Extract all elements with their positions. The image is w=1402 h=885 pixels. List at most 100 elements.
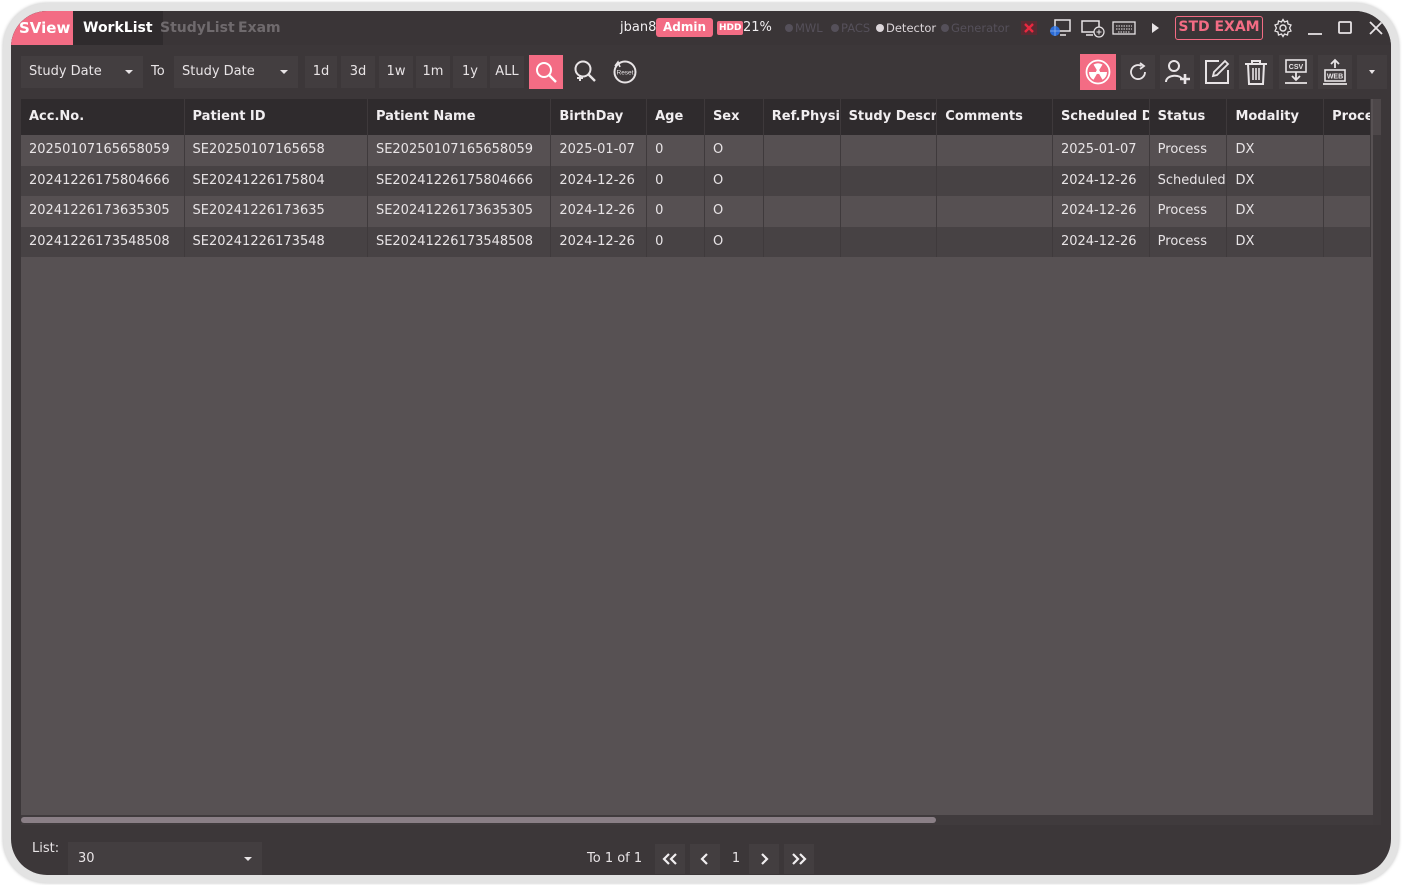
prev-page-button[interactable] bbox=[690, 844, 720, 874]
range-3d-button[interactable]: 3d bbox=[341, 56, 375, 88]
column-header[interactable]: Comments bbox=[937, 99, 1053, 135]
network-monitor-icon[interactable] bbox=[1048, 17, 1072, 39]
column-header[interactable]: BirthDay bbox=[551, 99, 648, 135]
column-header[interactable]: Patient Name bbox=[368, 99, 552, 135]
add-patient-button[interactable] bbox=[1160, 55, 1194, 89]
table-cell: SE20241226173635305 bbox=[368, 196, 552, 227]
table-cell bbox=[937, 196, 1053, 227]
csv-export-button[interactable]: CSV bbox=[1279, 55, 1313, 89]
status-detector: Detector bbox=[876, 11, 936, 45]
table-row[interactable]: 20241226173548508 SE20241226173548 SE20241… bbox=[21, 226, 1372, 257]
std-exam-button[interactable]: STD EXAM bbox=[1175, 16, 1263, 40]
status-dot-icon bbox=[785, 24, 793, 32]
pagination-footer: List: 30 To 1 of 1 1 bbox=[11, 825, 1391, 875]
delete-button[interactable] bbox=[1239, 55, 1273, 89]
table-row[interactable]: 20241226173635305 SE20241226173635 SE20241… bbox=[21, 196, 1372, 227]
advanced-search-button[interactable] bbox=[568, 55, 602, 89]
table-cell: SE20241226173548508 bbox=[368, 226, 552, 257]
table-cell: O bbox=[705, 226, 764, 257]
table-cell: DX bbox=[1227, 135, 1325, 166]
column-header[interactable]: Scheduled Date bbox=[1053, 99, 1150, 135]
column-header[interactable]: Modality bbox=[1227, 99, 1325, 135]
range-1m-button[interactable]: 1m bbox=[416, 56, 450, 88]
hdd-usage: 21% bbox=[743, 20, 772, 35]
svg-text:CSV: CSV bbox=[1289, 64, 1304, 71]
table-row[interactable]: 20250107165658059 SE20250107165658 SE20250… bbox=[21, 135, 1372, 166]
svg-text:WEB: WEB bbox=[1327, 74, 1343, 81]
column-header[interactable]: Ref.Physician bbox=[764, 99, 841, 135]
refresh-icon bbox=[1130, 62, 1146, 80]
range-1y-button[interactable]: 1y bbox=[453, 56, 487, 88]
first-page-button[interactable] bbox=[655, 844, 685, 874]
last-page-button[interactable] bbox=[784, 844, 814, 874]
table-cell bbox=[841, 165, 938, 196]
vertical-scroll-thumb[interactable] bbox=[1373, 99, 1381, 135]
date-from-value: Study Date bbox=[29, 64, 102, 79]
edit-icon bbox=[1205, 59, 1230, 84]
csv-export-icon: CSV bbox=[1285, 59, 1307, 84]
app-logo: SView bbox=[11, 11, 73, 45]
edit-button[interactable] bbox=[1200, 55, 1234, 89]
table-row[interactable]: 20241226175804666 SE20241226175804 SE20241… bbox=[21, 165, 1372, 196]
search-button[interactable] bbox=[529, 55, 563, 89]
table-cell: DX bbox=[1227, 196, 1325, 227]
column-header[interactable]: Acc.No. bbox=[21, 99, 185, 135]
disconnected-x-icon[interactable] bbox=[1018, 17, 1042, 39]
table-cell: 0 bbox=[647, 196, 705, 227]
maximize-icon[interactable] bbox=[1333, 17, 1357, 39]
table-cell: SE20250107165658059 bbox=[368, 135, 552, 166]
table-cell: 20241226175804666 bbox=[21, 165, 185, 196]
column-header[interactable]: Procedure bbox=[1324, 99, 1372, 135]
table-cell: 2024-12-26 bbox=[1053, 165, 1150, 196]
column-header[interactable]: Status bbox=[1150, 99, 1228, 135]
list-size-label: List: bbox=[32, 841, 60, 856]
caret-down-icon bbox=[244, 857, 252, 861]
minimize-icon[interactable] bbox=[1303, 17, 1327, 39]
table-cell: SE20250107165658 bbox=[185, 135, 368, 166]
more-dropdown-icon bbox=[1369, 70, 1375, 74]
settings-icon[interactable] bbox=[1271, 17, 1295, 39]
horizontal-scrollbar[interactable] bbox=[21, 815, 1373, 825]
table-cell: SE20241226175804666 bbox=[368, 165, 552, 196]
column-header[interactable]: Study Description bbox=[841, 99, 938, 135]
table-cell: O bbox=[705, 135, 764, 166]
range-1d-button[interactable]: 1d bbox=[305, 56, 337, 88]
radiation-button[interactable] bbox=[1080, 54, 1116, 90]
column-header[interactable]: Patient ID bbox=[185, 99, 368, 135]
table-cell: 2024-12-26 bbox=[551, 196, 648, 227]
table-cell bbox=[764, 226, 841, 257]
role-badge: Admin bbox=[656, 18, 714, 37]
table-cell bbox=[841, 226, 938, 257]
list-size-select[interactable]: 30 bbox=[68, 842, 262, 875]
close-icon[interactable] bbox=[1364, 17, 1388, 39]
keyboard-icon[interactable] bbox=[1112, 17, 1136, 39]
caret-down-icon bbox=[280, 70, 288, 74]
table-cell bbox=[937, 135, 1053, 166]
table-cell: Process bbox=[1150, 226, 1228, 257]
column-header[interactable]: Sex bbox=[705, 99, 764, 135]
horizontal-scroll-thumb[interactable] bbox=[21, 817, 936, 823]
title-bar: SView WorkList StudyList Exam jban8 Admi… bbox=[11, 11, 1391, 45]
range-all-button[interactable]: ALL bbox=[490, 56, 524, 88]
filter-toolbar: Study Date To Study Date 1d 3d 1w 1m 1y … bbox=[11, 45, 1391, 99]
web-upload-button[interactable]: WEB bbox=[1318, 55, 1352, 89]
play-icon[interactable] bbox=[1143, 17, 1167, 39]
table-cell: 20250107165658059 bbox=[21, 135, 185, 166]
more-dropdown-button[interactable] bbox=[1357, 55, 1387, 89]
next-page-button[interactable] bbox=[749, 844, 779, 874]
chevron-left-icon bbox=[700, 853, 708, 865]
range-1w-button[interactable]: 1w bbox=[379, 56, 413, 88]
table-cell bbox=[1324, 196, 1372, 227]
refresh-button[interactable] bbox=[1121, 55, 1155, 89]
reset-button[interactable]: Reset bbox=[608, 55, 642, 89]
hdd-badge: HDD bbox=[717, 21, 744, 35]
date-to-select[interactable]: Study Date bbox=[174, 56, 298, 88]
status-dot-icon bbox=[831, 24, 839, 32]
date-from-select[interactable]: Study Date bbox=[21, 56, 143, 88]
remote-desktop-icon[interactable] bbox=[1081, 17, 1105, 39]
column-header[interactable]: Age bbox=[647, 99, 705, 135]
svg-text:Reset: Reset bbox=[617, 70, 634, 77]
tab-exam[interactable]: Exam bbox=[228, 11, 291, 45]
table-header: Acc.No. Patient ID Patient Name BirthDay Age… bbox=[21, 99, 1372, 135]
vertical-scrollbar[interactable] bbox=[1373, 99, 1381, 825]
